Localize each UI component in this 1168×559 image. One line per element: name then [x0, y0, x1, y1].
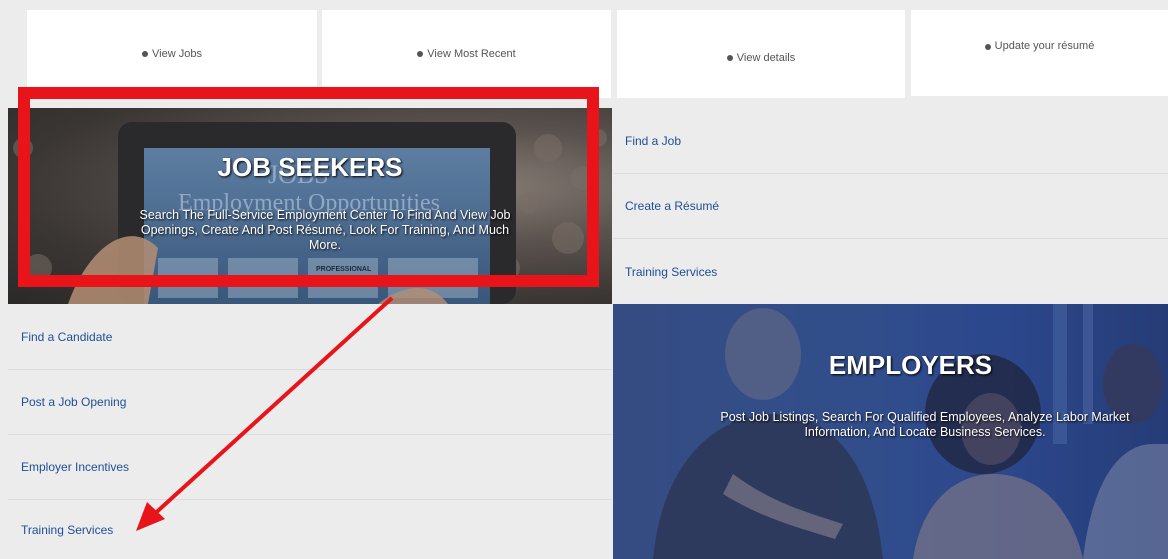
view-details-link[interactable]: View details	[617, 10, 905, 98]
training-services-link-seekers[interactable]: Training Services	[613, 239, 1168, 304]
bullet-icon	[142, 51, 149, 57]
view-most-recent-label: View Most Recent	[427, 48, 516, 60]
employer-incentives-link[interactable]: Employer Incentives	[8, 435, 612, 500]
bullet-icon	[726, 55, 733, 61]
training-services-label-employers: Training Services	[21, 522, 114, 537]
training-services-link-employers[interactable]: Training Services	[8, 500, 612, 559]
view-details-label: View details	[736, 52, 796, 64]
post-a-job-opening-label: Post a Job Opening	[21, 395, 127, 409]
post-a-job-opening-link[interactable]: Post a Job Opening	[8, 370, 612, 435]
job-seekers-hero[interactable]: JOBS Employment Opportunities PROFESSION…	[8, 108, 612, 304]
update-resume-label: Update your résumé	[994, 40, 1095, 52]
tablet-screen-label: PROFESSIONAL	[316, 266, 372, 273]
employers-description: Post Job Listings, Search For Qualified …	[720, 410, 1130, 439]
find-a-job-link[interactable]: Find a Job	[613, 108, 1168, 174]
employers-title: EMPLOYERS	[828, 350, 993, 380]
create-a-resume-link[interactable]: Create a Résumé	[613, 174, 1168, 239]
employer-incentives-label: Employer Incentives	[21, 460, 130, 474]
view-most-recent-link[interactable]: View Most Recent	[322, 10, 611, 98]
job-seekers-description: Search The Full-Service Employment Cente…	[139, 208, 511, 252]
view-jobs-label: View Jobs	[152, 48, 202, 60]
job-seekers-title: JOB SEEKERS	[217, 152, 403, 182]
create-a-resume-label: Create a Résumé	[625, 199, 720, 213]
find-a-candidate-label: Find a Candidate	[21, 329, 113, 344]
find-a-candidate-link[interactable]: Find a Candidate	[8, 304, 612, 370]
training-services-label-seekers: Training Services	[625, 264, 718, 279]
update-resume-link[interactable]: Update your résumé	[911, 10, 1168, 96]
bullet-icon	[417, 51, 424, 57]
employers-hero[interactable]: EMPLOYERS Post Job Listings, Search For …	[613, 304, 1168, 559]
view-jobs-link[interactable]: View Jobs	[27, 10, 317, 98]
bullet-icon	[984, 44, 991, 50]
find-a-job-label: Find a Job	[625, 133, 682, 148]
